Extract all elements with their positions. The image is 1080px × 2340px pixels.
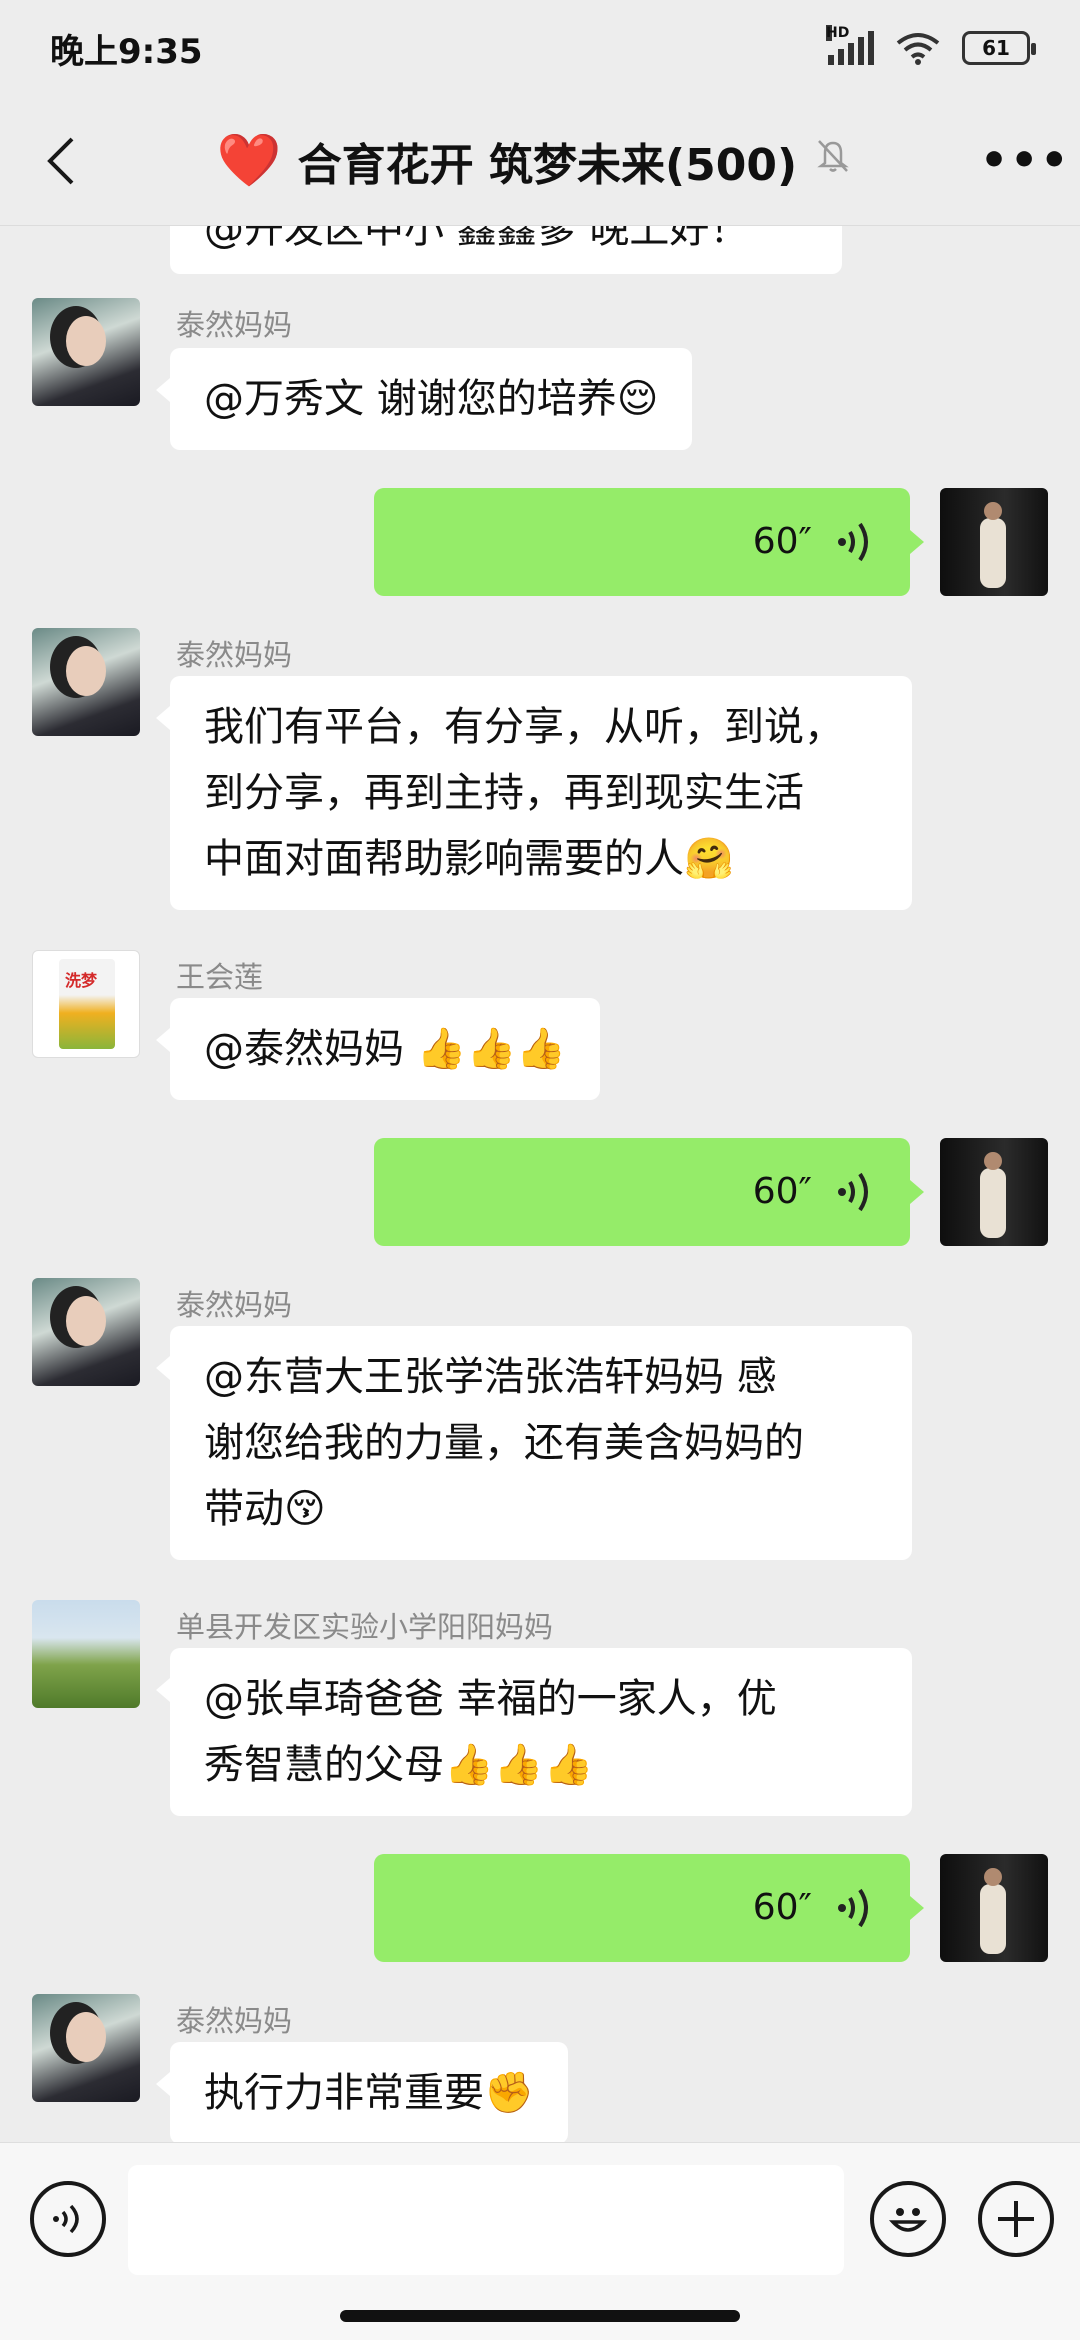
message-input[interactable] [128,2165,844,2275]
voice-message[interactable]: 60″ [374,488,924,596]
self-avatar[interactable] [940,1854,1048,1962]
battery-icon: 61 [962,31,1036,65]
mute-bell-icon [813,135,853,186]
voice-message[interactable]: 60″ [374,1138,924,1246]
battery-level: 61 [982,36,1010,60]
back-button[interactable] [30,131,90,191]
message-bubble[interactable]: @开发区中小 鑫鑫爹 晚上好！ [170,226,842,274]
sender-name: 泰然妈妈 [176,2004,293,2038]
message-bubble[interactable]: @张卓琦爸爸 幸福的一家人，优 秀智慧的父母👍👍👍 [156,1648,912,1816]
message-bubble[interactable]: 执行力非常重要✊ [156,2042,568,2142]
avatar[interactable] [32,298,140,406]
sender-name: 单县开发区实验小学阳阳妈妈 [176,1610,554,1644]
cellular-signal-icon: HD [826,25,874,65]
voice-duration: 60″ [752,1887,812,1928]
more-actions-button[interactable] [978,2181,1054,2257]
voice-input-button[interactable] [30,2181,106,2257]
message-bubble[interactable]: @东营大王张学浩张浩轩妈妈 感 谢您给我的力量，还有美含妈妈的 带动😚 [156,1326,912,1560]
avatar[interactable] [32,628,140,736]
avatar[interactable] [32,950,140,1058]
voice-message[interactable]: 60″ [374,1854,924,1962]
status-time: 晚上9:35 [50,31,203,72]
self-avatar[interactable] [940,1138,1048,1246]
sender-name: 泰然妈妈 [176,308,293,342]
wifi-icon [896,33,940,65]
message-bubble[interactable]: @泰然妈妈 👍👍👍 [155,998,601,1100]
chat-title: ❤️ 合育花开 筑梦未来(500) [217,129,853,193]
group-name: 合育花开 筑梦未来(500) [297,139,798,191]
status-icons: HD 61 [826,25,1036,65]
emoji-button[interactable] [870,2181,946,2257]
voice-duration: 60″ [752,1171,812,1212]
message-bubble[interactable]: 我们有平台，有分享，从听，到说， 到分享，再到主持，再到现实生活 中面对面帮助影… [156,676,912,910]
voice-duration: 60″ [752,521,812,562]
chevron-left-icon [47,137,74,184]
voice-wave-icon [834,520,870,564]
voice-wave-icon [834,1886,870,1930]
message-list[interactable]: @开发区中小 鑫鑫爹 晚上好！ 泰然妈妈 @万秀文 谢谢您的培养😌 60″ 泰然… [0,226,1080,2142]
sender-name: 泰然妈妈 [176,1288,293,1322]
sender-name: 泰然妈妈 [176,638,293,672]
voice-wave-icon [834,1170,870,1214]
smiley-icon [888,2208,928,2232]
chat-header: ❤️ 合育花开 筑梦未来(500) ••• [0,96,1080,226]
plus-icon [998,2201,1034,2237]
avatar[interactable] [32,1278,140,1386]
status-bar: 晚上9:35 HD 61 [0,0,1080,96]
avatar[interactable] [32,1600,140,1708]
voice-wave-icon [53,2204,79,2234]
heart-icon: ❤️ [216,131,282,191]
message-bubble[interactable]: @万秀文 谢谢您的培养😌 [155,348,693,450]
sender-name: 王会莲 [176,960,264,994]
home-indicator[interactable] [340,2310,740,2322]
self-avatar[interactable] [940,488,1048,596]
more-options-button[interactable]: ••• [980,135,1068,186]
avatar[interactable] [32,1994,140,2102]
